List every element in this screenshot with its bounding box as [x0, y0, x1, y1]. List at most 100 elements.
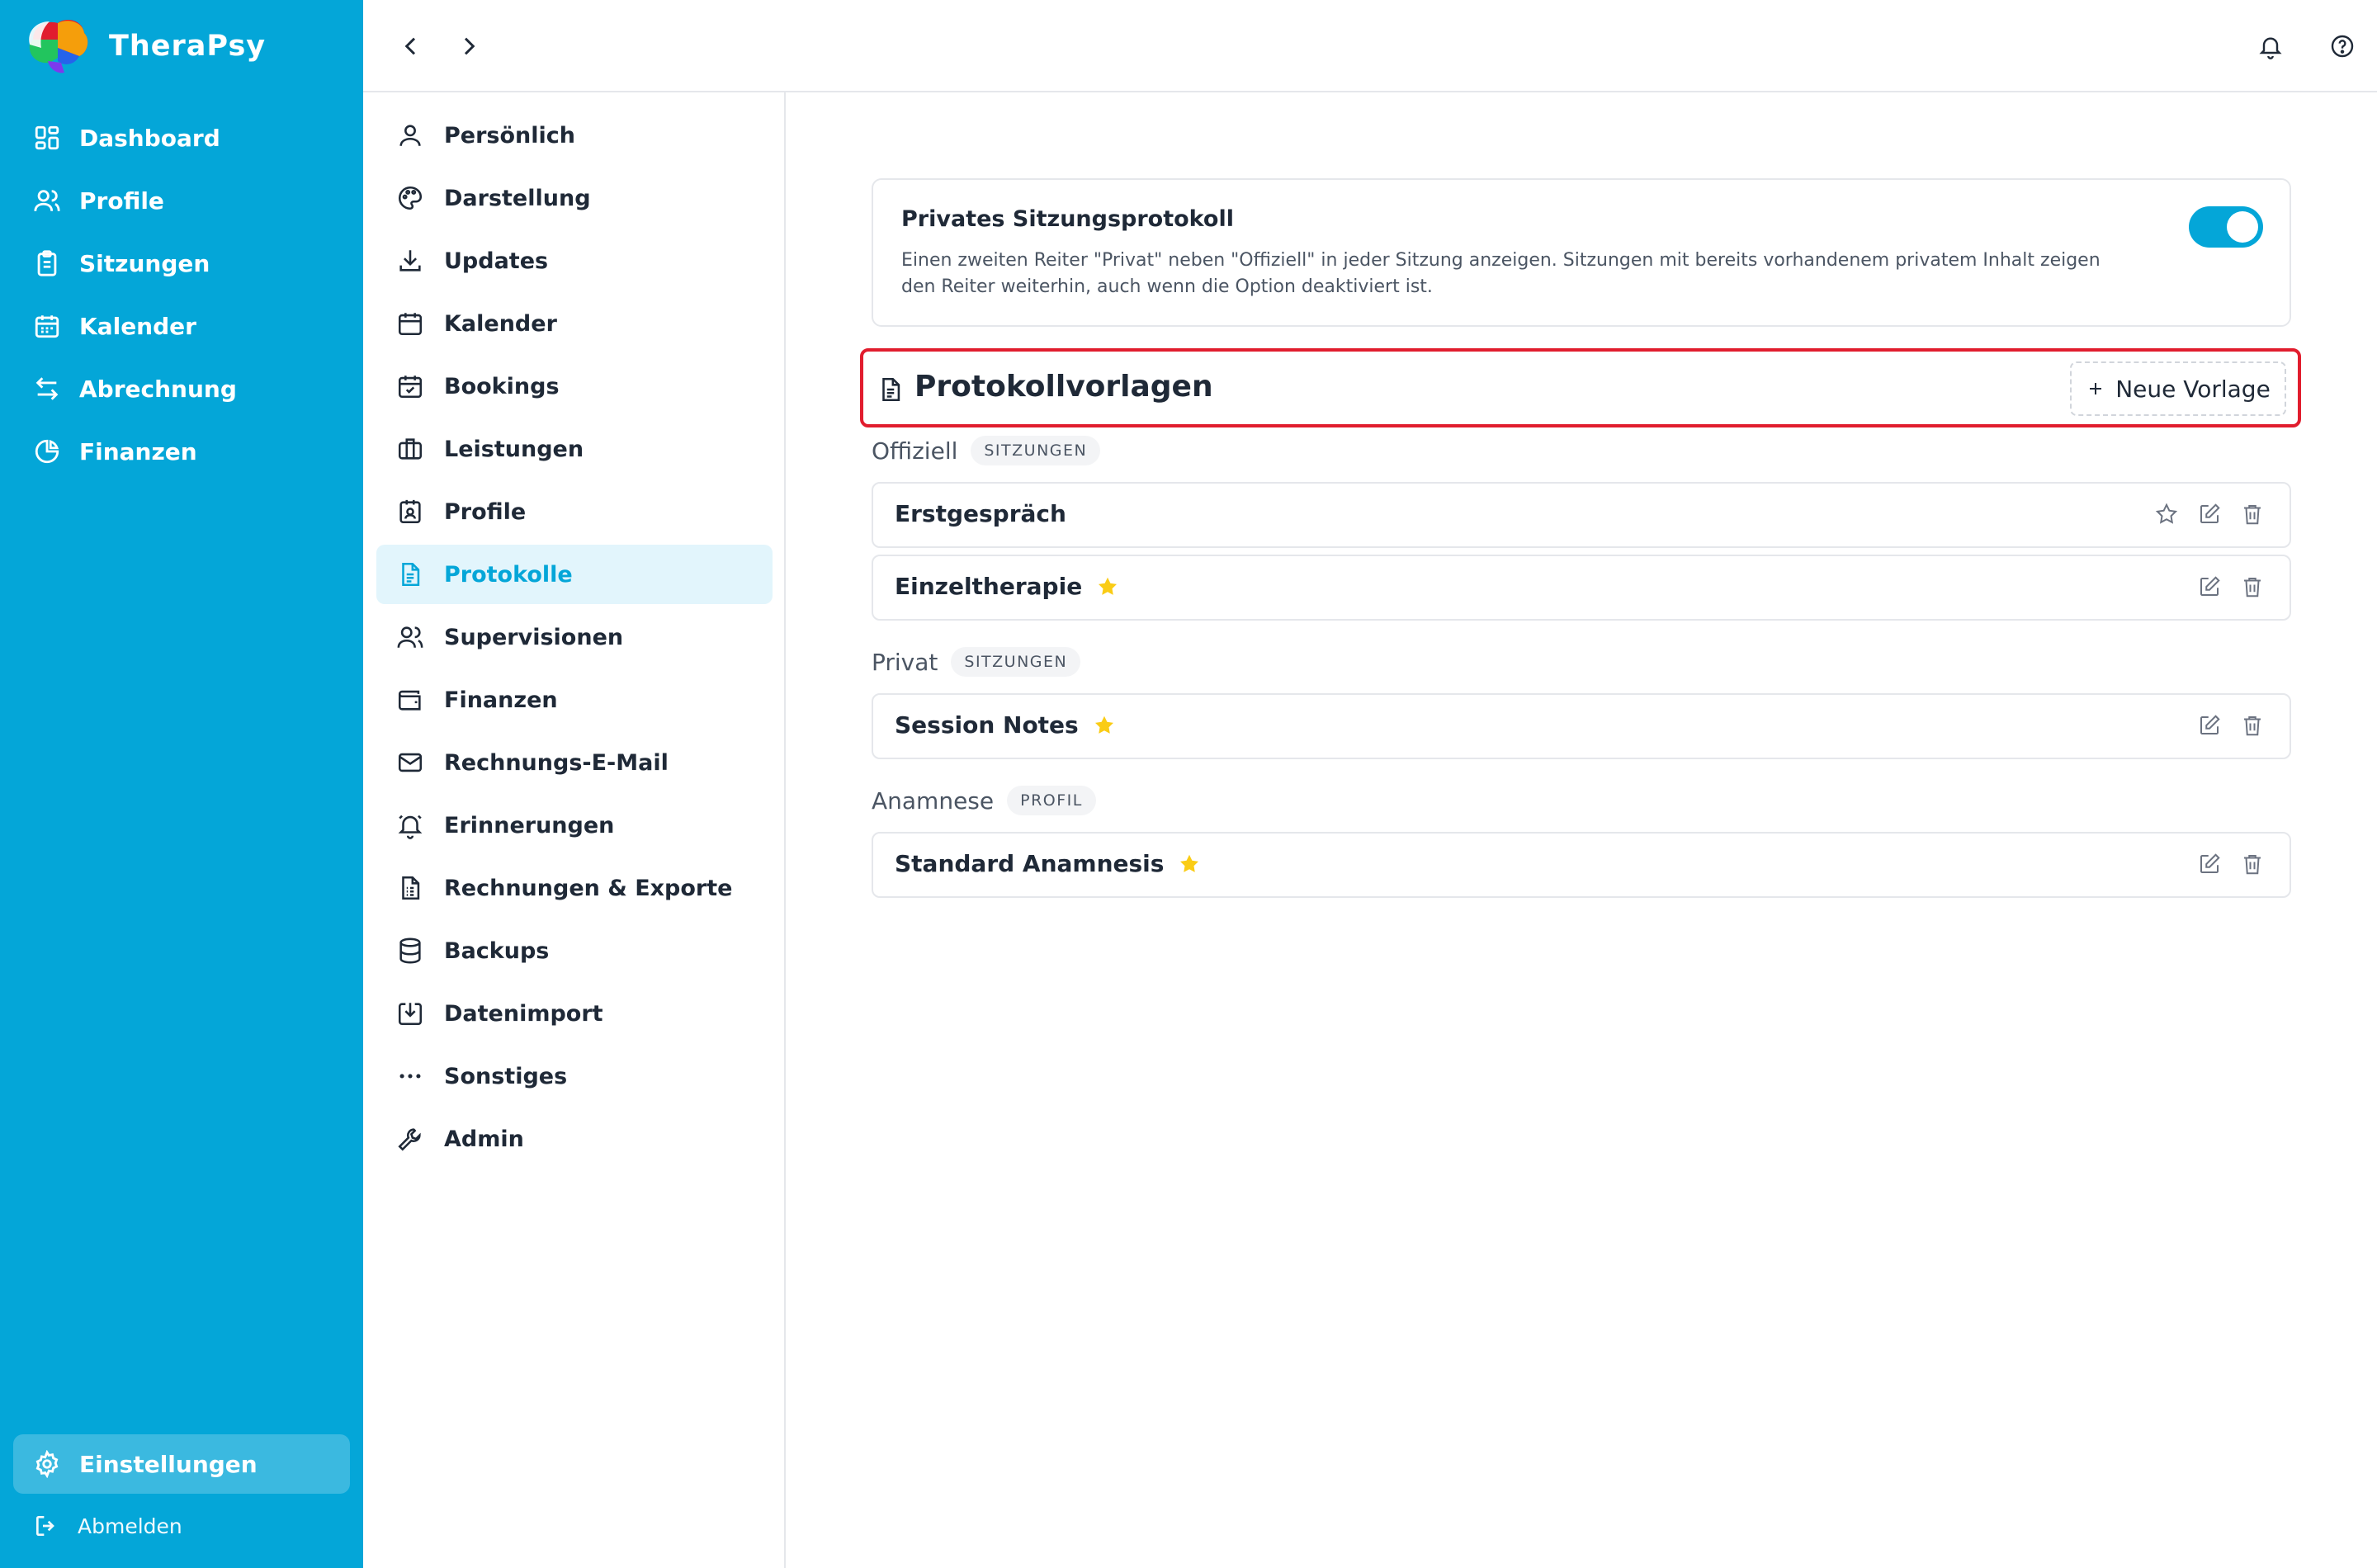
settings-item-profile[interactable]: Profile: [376, 482, 773, 541]
settings-item-kalender[interactable]: Kalender: [376, 294, 773, 353]
template-name-wrap: Session Notes: [895, 711, 1117, 739]
settings-item-supervisionen[interactable]: Supervisionen: [376, 607, 773, 667]
pie-chart-icon: [35, 439, 59, 464]
palette-icon: [398, 186, 423, 210]
more-icon: [399, 1074, 421, 1079]
back-button[interactable]: [390, 25, 432, 68]
settings-item-sonstiges[interactable]: Sonstiges: [376, 1046, 773, 1106]
trash-icon[interactable]: [2240, 502, 2265, 527]
template-row[interactable]: Erstgespräch: [872, 482, 2291, 548]
nav-label: Profile: [79, 187, 164, 215]
settings-item-label: Persönlich: [444, 122, 575, 149]
new-template-label: Neue Vorlage: [2115, 375, 2271, 403]
edit-icon[interactable]: [2197, 502, 2222, 527]
new-template-button[interactable]: Neue Vorlage: [2070, 361, 2286, 416]
download-icon: [399, 250, 421, 272]
nav-finanzen[interactable]: Finanzen: [13, 421, 350, 482]
edit-icon[interactable]: [2197, 713, 2222, 738]
template-name: Erstgespräch: [895, 500, 1066, 527]
settings-item-label: Finanzen: [444, 687, 558, 713]
nav-abrechnung[interactable]: Abrechnung: [13, 358, 350, 419]
group-privat-header: Privat SITZUNGEN: [872, 647, 1081, 677]
trash-icon[interactable]: [2240, 574, 2265, 599]
settings-item-updates[interactable]: Updates: [376, 231, 773, 290]
template-row[interactable]: Standard Anamnesis: [872, 832, 2291, 898]
settings-item-leistungen[interactable]: Leistungen: [376, 419, 773, 479]
settings-item-admin[interactable]: Admin: [376, 1109, 773, 1169]
private-protocol-title: Privates Sitzungsprotokoll: [901, 206, 1234, 232]
settings-item-datenimport[interactable]: Datenimport: [376, 984, 773, 1043]
group-anamnese-header: Anamnese PROFIL: [872, 786, 1096, 815]
trash-icon[interactable]: [2240, 713, 2265, 738]
settings-item-label: Kalender: [444, 310, 557, 337]
star-filled-icon[interactable]: [1177, 852, 1202, 876]
notifications-button[interactable]: [2249, 25, 2292, 68]
group-label: Offiziell: [872, 437, 958, 465]
import-icon: [398, 1003, 423, 1026]
bell-icon: [2259, 37, 2282, 59]
settings-item-finanzen[interactable]: Finanzen: [376, 670, 773, 730]
settings-item-protokolle[interactable]: Protokolle: [376, 545, 773, 604]
star-filled-icon[interactable]: [1092, 713, 1117, 738]
nav-label: Abrechnung: [79, 375, 237, 403]
template-row[interactable]: Einzeltherapie: [872, 555, 2291, 621]
nav-kalender[interactable]: Kalender: [13, 295, 350, 357]
nav-sitzungen[interactable]: Sitzungen: [13, 233, 350, 294]
template-actions: [2154, 502, 2265, 527]
nav-einstellungen[interactable]: Einstellungen: [13, 1434, 350, 1494]
template-row[interactable]: Session Notes: [872, 693, 2291, 759]
forward-button[interactable]: [447, 25, 490, 68]
settings-item-label: Darstellung: [444, 185, 591, 211]
edit-icon[interactable]: [2197, 852, 2222, 876]
private-protocol-toggle[interactable]: [2189, 206, 2263, 248]
group-label: Anamnese: [872, 786, 995, 815]
settings-item-label: Supervisionen: [444, 624, 624, 650]
dashboard-icon: [35, 125, 59, 150]
users-icon: [34, 190, 60, 211]
users-icon: [397, 626, 423, 648]
settings-item-backups[interactable]: Backups: [376, 921, 773, 980]
briefcase-icon: [398, 438, 423, 460]
app-name: TheraPsy: [109, 30, 267, 63]
settings-item-erinnerungen[interactable]: Erinnerungen: [376, 796, 773, 855]
clipboard-icon: [37, 250, 57, 276]
receipt-icon: [402, 876, 420, 900]
settings-item-label: Backups: [444, 937, 550, 964]
settings-item-rechnungs-email[interactable]: Rechnungs-E-Mail: [376, 733, 773, 792]
help-circle-icon: [2331, 35, 2354, 58]
settings-item-bookings[interactable]: Bookings: [376, 357, 773, 416]
nav-dashboard[interactable]: Dashboard: [13, 107, 350, 168]
app-sidebar: TheraPsy Dashboard Profile Sitzungen Kal…: [0, 0, 363, 1568]
settings-item-rechnungen-exporte[interactable]: Rechnungen & Exporte: [376, 858, 773, 918]
star-outline-icon[interactable]: [2154, 502, 2179, 527]
group-tag: SITZUNGEN: [951, 647, 1081, 677]
bell-ring-icon: [398, 815, 423, 839]
help-button[interactable]: [2321, 25, 2364, 68]
settings-list: Persönlich Darstellung Updates Kalender …: [376, 106, 773, 1172]
settings-item-label: Erinnerungen: [444, 812, 615, 838]
settings-item-label: Sonstiges: [444, 1063, 568, 1089]
document-icon: [402, 562, 420, 587]
nav-profile[interactable]: Profile: [13, 170, 350, 231]
private-protocol-description: Einen zweiten Reiter "Privat" neben "Off…: [901, 250, 2101, 297]
logout-label: Abmelden: [78, 1514, 182, 1538]
brand[interactable]: TheraPsy: [25, 15, 266, 78]
star-filled-icon[interactable]: [1095, 574, 1120, 599]
template-name: Standard Anamnesis: [895, 850, 1165, 877]
trash-icon[interactable]: [2240, 852, 2265, 876]
calendar-icon: [35, 315, 59, 338]
edit-icon[interactable]: [2197, 574, 2222, 599]
template-name: Einzeltherapie: [895, 573, 1083, 600]
brain-logo-icon: [29, 20, 88, 73]
chevron-left-icon: [404, 37, 416, 55]
settings-item-darstellung[interactable]: Darstellung: [376, 168, 773, 228]
logout-button[interactable]: Abmelden: [13, 1504, 350, 1548]
nav-label: Kalender: [79, 312, 196, 340]
settings-item-label: Profile: [444, 498, 527, 525]
settings-item-persoenlich[interactable]: Persönlich: [376, 106, 773, 165]
nav-label: Dashboard: [79, 124, 220, 152]
settings-item-label: Admin: [444, 1126, 524, 1152]
chevron-right-icon: [464, 37, 475, 55]
template-name-wrap: Erstgespräch: [895, 500, 1066, 527]
logout-icon: [36, 1516, 54, 1536]
